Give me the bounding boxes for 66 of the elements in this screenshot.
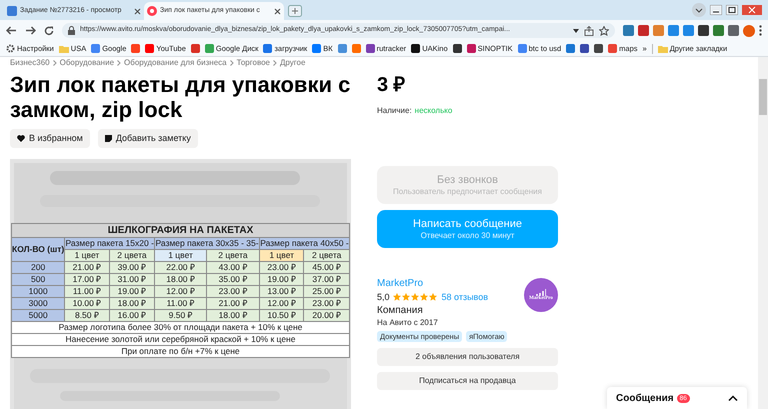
table-cell: 5000	[12, 310, 65, 322]
table-cell: 35.00 ₽	[206, 274, 260, 286]
table-cell: 23.00 ₽	[206, 286, 260, 298]
table-cell: 25.00 ₽	[304, 286, 350, 298]
table-cell: 1 цвет	[259, 250, 304, 262]
table-cell: 13.00 ₽	[259, 286, 304, 298]
table-cell: 11.00 ₽	[64, 286, 110, 298]
table-cell: 10.00 ₽	[64, 298, 110, 310]
table-cell: Размер пакета 15х20 -	[64, 238, 155, 250]
table-cell: 3000	[12, 298, 65, 310]
table-cell: 10.50 ₽	[259, 310, 304, 322]
table-cell: Размер логотипа более 30% от площади пакета + 10% к цене	[12, 322, 350, 334]
seller-since: На Авито с 2017	[377, 317, 439, 328]
table-cell: 200	[12, 262, 65, 274]
seller-listings-button[interactable]: 2 объявления пользователя	[377, 348, 558, 366]
table-cell: 21.00 ₽	[64, 262, 110, 274]
table-cell: 31.00 ₽	[109, 274, 155, 286]
table-cell: 21.00 ₽	[206, 298, 260, 310]
table-cell: Размер пакета 30х35 - 35-	[154, 238, 260, 250]
table-cell: 19.00 ₽	[259, 274, 304, 286]
table-cell: 16.00 ₽	[109, 310, 155, 322]
table-cell: ШЕЛКОГРАФИЯ НА ПАКЕТАХ	[12, 224, 350, 238]
table-cell: При оплате по б/н +7% к цене	[12, 346, 350, 358]
table-cell: 9.50 ₽	[154, 310, 206, 322]
table-cell: 11.00 ₽	[154, 298, 206, 310]
table-cell: 2 цвета	[109, 250, 155, 262]
table-cell: 2 цвета	[206, 250, 260, 262]
messages-label: Сообщения	[616, 392, 674, 406]
table-cell: Размер пакета 40х50 -	[259, 238, 350, 250]
availability-value: несколько	[414, 105, 452, 117]
rating-value: 5,0	[377, 291, 390, 303]
note-button[interactable]: Добавить заметку	[98, 129, 198, 148]
table-cell: 45.00 ₽	[304, 262, 350, 274]
table-cell: 19.00 ₽	[109, 286, 155, 298]
table-cell: 23.00 ₽	[259, 262, 304, 274]
breadcrumb-link[interactable]: Бизнес360	[10, 57, 50, 69]
table-cell: Нанесение золотой или серебряной краской + 10% к цене	[12, 334, 350, 346]
breadcrumb-link[interactable]: Другое	[280, 57, 306, 69]
breadcrumb-link[interactable]: Оборудование	[60, 57, 114, 69]
table-cell: 12.00 ₽	[259, 298, 304, 310]
table-cell: 500	[12, 274, 65, 286]
table-cell: 17.00 ₽	[64, 274, 110, 286]
table-cell: 43.00 ₽	[206, 262, 260, 274]
favorite-button[interactable]: В избранном	[10, 129, 90, 148]
subscribe-button[interactable]: Подписаться на продавца	[377, 372, 558, 390]
page-title: Зип лок пакеты для упаковки с замком, zip lock	[10, 72, 352, 122]
table-cell: КОЛ-ВО (шт)	[12, 238, 65, 262]
availability-label: Наличие:	[377, 105, 412, 117]
seller-type: Компания	[377, 304, 424, 317]
table-cell: 1 цвет	[64, 250, 110, 262]
table-cell: 20.00 ₽	[304, 310, 350, 322]
table-cell: 1000	[12, 286, 65, 298]
table-cell: 2 цвета	[304, 250, 350, 262]
table-cell: 18.00 ₽	[109, 298, 155, 310]
table-cell: 8.50 ₽	[64, 310, 110, 322]
breadcrumb-link[interactable]: Оборудование для бизнеса	[124, 57, 227, 69]
table-cell: 39.00 ₽	[109, 262, 155, 274]
table-cell: 18.00 ₽	[206, 310, 260, 322]
price: 3 ₽	[377, 74, 407, 96]
table-cell: 1 цвет	[154, 250, 206, 262]
table-cell: 37.00 ₽	[304, 274, 350, 286]
breadcrumb-link[interactable]: Торговое	[236, 57, 270, 69]
table-cell: 23.00 ₽	[304, 298, 350, 310]
table-cell: 12.00 ₽	[154, 286, 206, 298]
table-cell: 22.00 ₽	[154, 262, 206, 274]
table-cell: 18.00 ₽	[154, 274, 206, 286]
